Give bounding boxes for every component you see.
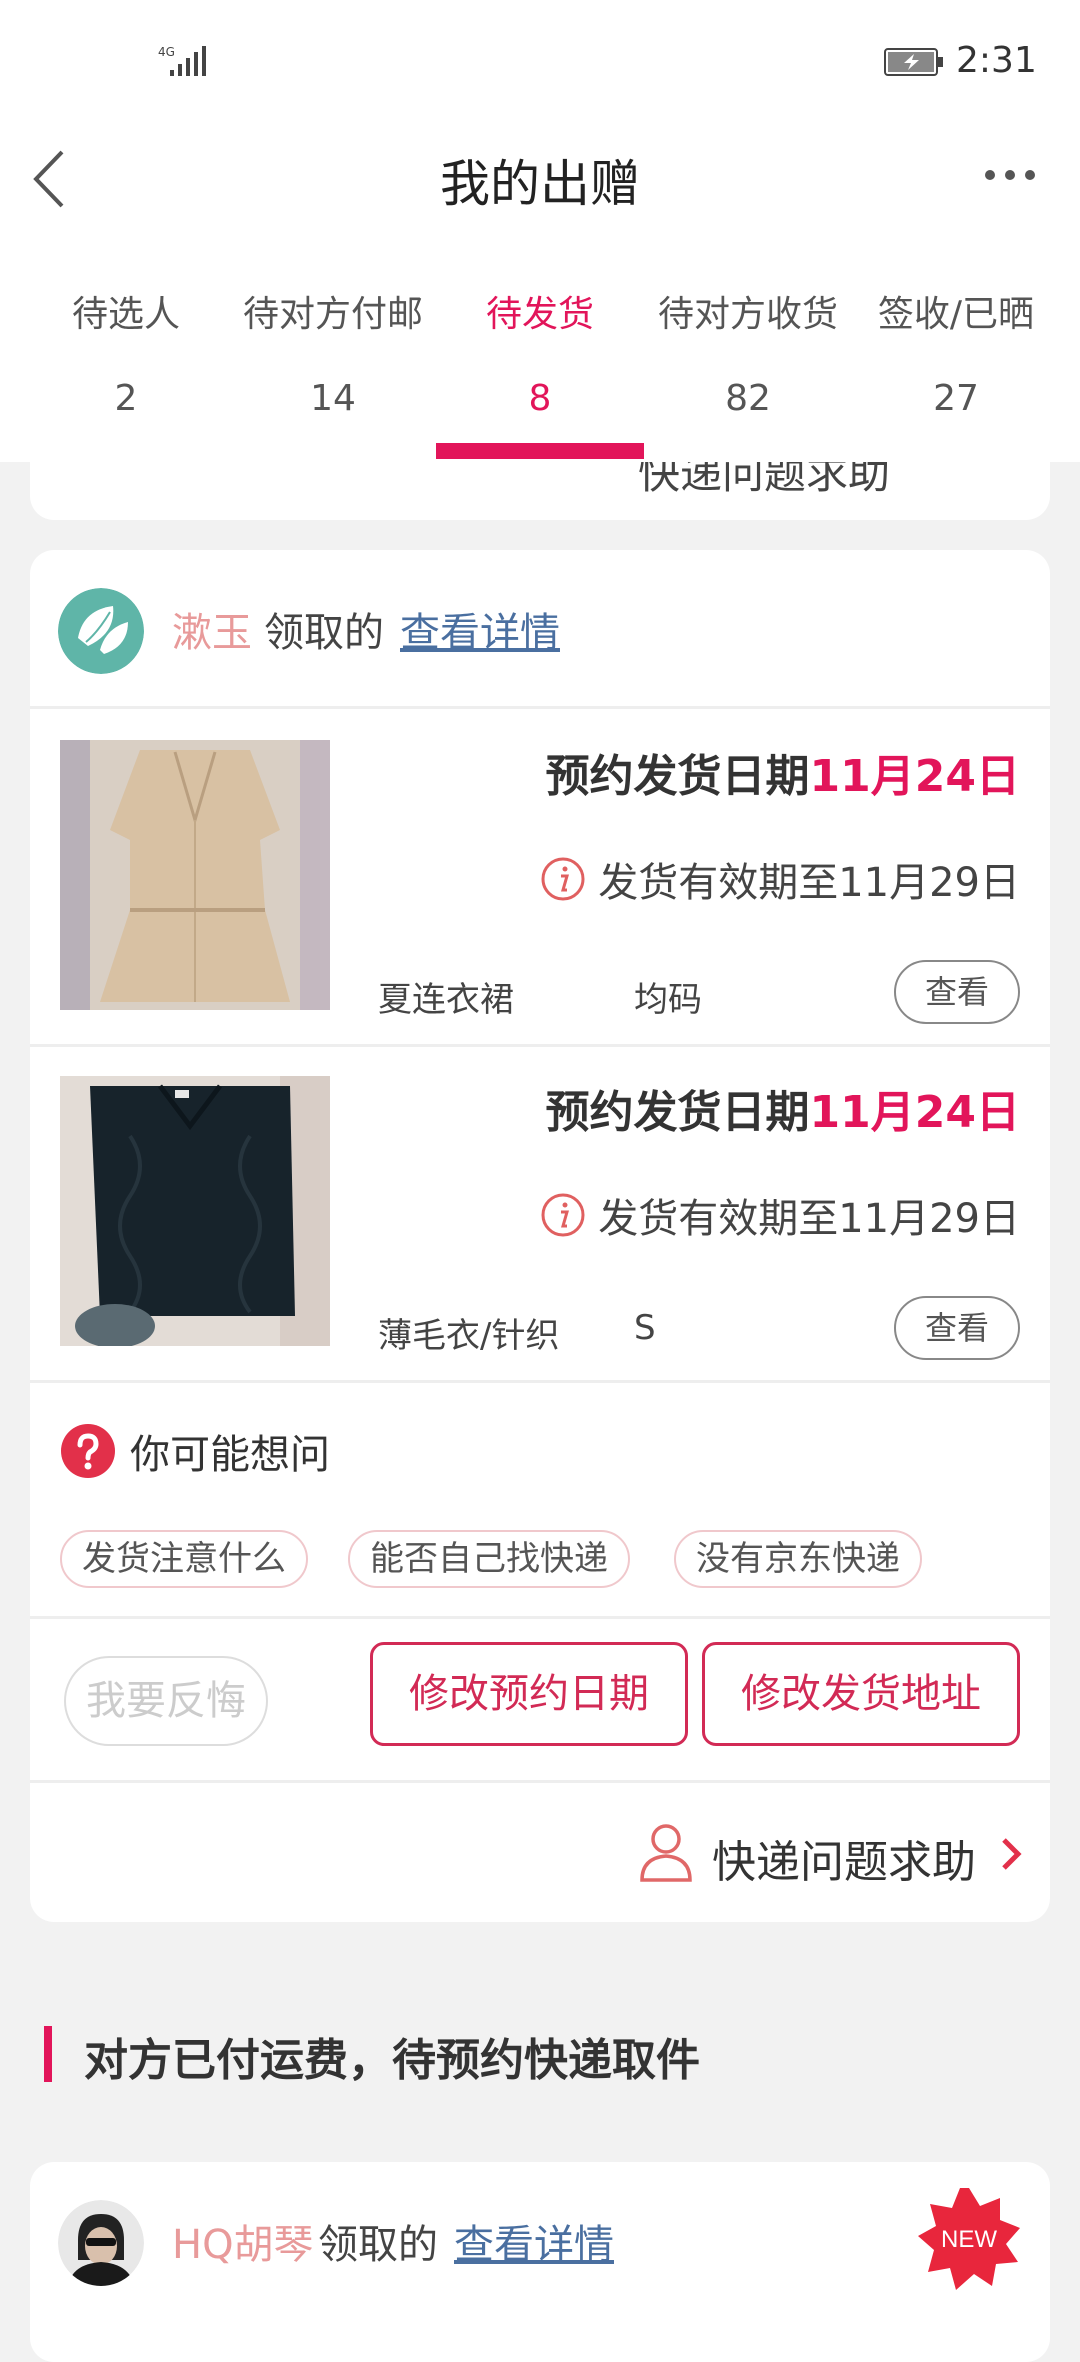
status-tabs: 待选人 2 待对方付邮 14 待发货 8 待对方收货 82 签收/已晒 27 xyxy=(0,290,1080,462)
battery-icon xyxy=(884,48,943,76)
item-photo-sweater[interactable] xyxy=(60,1076,330,1346)
active-tab-indicator xyxy=(436,443,644,459)
ship-date-value: 11月24日 xyxy=(809,1087,1020,1138)
recipient-row: HQ胡琴 领取的 查看详情 NEW xyxy=(30,2162,1050,2318)
ship-date-label: 预约发货日期 xyxy=(545,751,810,802)
item-category: 夏连衣裙 xyxy=(378,980,514,1020)
tab-label: 待发货 xyxy=(485,294,594,335)
chevron-right-icon xyxy=(1002,1838,1022,1870)
order-card: 漱玉 领取的 查看详情 预约发货日期11月24日 发货有效期至11月29日 夏连… xyxy=(30,550,1050,1922)
validity: 发货有效期至11月29日 xyxy=(540,850,1020,908)
validity-text: 发货有效期至11月29日 xyxy=(598,860,1020,906)
received-text: 领取的 xyxy=(264,610,384,656)
item-size: 均码 xyxy=(634,980,702,1020)
avatar[interactable] xyxy=(58,588,144,674)
leaf-avatar-icon xyxy=(58,588,144,674)
list-item: 预约发货日期11月24日 发货有效期至11月29日 夏连衣裙 均码 查看 xyxy=(30,710,1050,1044)
tab-count: 14 xyxy=(310,378,356,419)
express-help-row[interactable]: 快递问题求助 xyxy=(30,1782,1050,1922)
section-accent-bar xyxy=(44,2026,52,2082)
ship-date: 预约发货日期11月24日 xyxy=(546,740,1020,804)
tab-label: 待对方收货 xyxy=(657,294,838,335)
network-type: 4G xyxy=(158,45,175,59)
person-icon xyxy=(640,1824,692,1882)
divider xyxy=(30,706,1050,709)
recipient-row: 漱玉 领取的 查看详情 xyxy=(30,550,1050,706)
tab-count: 2 xyxy=(114,378,138,419)
faq-title: 你可能想问 xyxy=(60,1422,330,1480)
change-date-button[interactable]: 修改预约日期 xyxy=(370,1642,688,1746)
info-icon xyxy=(541,857,585,901)
item-category: 薄毛衣/针织 xyxy=(378,1316,560,1356)
item-size: S xyxy=(634,1308,656,1348)
recipient-name[interactable]: HQ胡琴 xyxy=(172,2212,314,2270)
recipient-name[interactable]: 漱玉 xyxy=(172,600,252,658)
tab-label: 签收/已晒 xyxy=(877,294,1035,335)
tab-label: 待对方付邮 xyxy=(242,294,423,335)
tab-pending-shipment[interactable]: 待发货 8 xyxy=(432,290,648,424)
action-row: 我要反悔 修改预约日期 修改发货地址 xyxy=(30,1618,1050,1782)
status-bar: 4G 2:31 xyxy=(0,0,1080,120)
info-icon xyxy=(541,1193,585,1237)
details-link[interactable]: 查看详情 xyxy=(400,600,560,658)
tab-pending-select[interactable]: 待选人 2 xyxy=(18,290,234,424)
validity-text: 发货有效期至11月29日 xyxy=(598,1196,1020,1242)
new-badge-text: NEW xyxy=(941,2226,997,2253)
clock: 2:31 xyxy=(956,40,1037,81)
more-options-icon[interactable] xyxy=(978,160,1058,190)
user-avatar-icon xyxy=(58,2200,144,2286)
page-title: 我的出赠 xyxy=(440,155,640,213)
view-button[interactable]: 查看 xyxy=(894,960,1020,1024)
tab-signed[interactable]: 签收/已晒 27 xyxy=(848,290,1064,424)
faq-section: 你可能想问 发货注意什么 能否自己找快递 没有京东快递 xyxy=(30,1382,1050,1618)
validity: 发货有效期至11月29日 xyxy=(540,1186,1020,1244)
nav-bar: 我的出赠 xyxy=(0,120,1080,230)
faq-chip[interactable]: 没有京东快递 xyxy=(674,1530,922,1588)
ship-date-value: 11月24日 xyxy=(809,751,1020,802)
tab-count: 27 xyxy=(933,378,979,419)
signal-icon: 4G xyxy=(158,45,206,76)
ship-date: 预约发货日期11月24日 xyxy=(546,1076,1020,1140)
faq-chip[interactable]: 能否自己找快递 xyxy=(348,1530,630,1588)
faq-chip[interactable]: 发货注意什么 xyxy=(60,1530,308,1588)
next-order-card: HQ胡琴 领取的 查看详情 NEW xyxy=(30,2162,1050,2362)
view-button[interactable]: 查看 xyxy=(894,1296,1020,1360)
regret-button[interactable]: 我要反悔 xyxy=(64,1656,268,1746)
tab-pending-postage[interactable]: 待对方付邮 14 xyxy=(225,290,441,424)
avatar[interactable] xyxy=(58,2200,144,2286)
new-badge-icon: NEW xyxy=(918,2188,1020,2290)
express-help-text: 快递问题求助 xyxy=(712,1837,976,1888)
section-title: 对方已付运费，待预约快递取件 xyxy=(84,2035,700,2086)
received-text: 领取的 xyxy=(318,2222,438,2268)
tab-count: 8 xyxy=(528,378,552,419)
top-bar: 4G 2:31 我的出赠 待选人 2 待对方付邮 14 待发货 8 待对方收货 … xyxy=(0,0,1080,462)
item-photo-dress[interactable] xyxy=(60,740,330,1010)
faq-title-text: 你可能想问 xyxy=(130,1432,330,1478)
tab-count: 82 xyxy=(725,378,771,419)
tab-label: 待选人 xyxy=(71,294,180,335)
change-address-button[interactable]: 修改发货地址 xyxy=(702,1642,1020,1746)
ship-date-label: 预约发货日期 xyxy=(545,1087,810,1138)
tab-pending-receipt[interactable]: 待对方收货 82 xyxy=(640,290,856,424)
list-item: 预约发货日期11月24日 发货有效期至11月29日 薄毛衣/针织 S 查看 xyxy=(30,1046,1050,1380)
details-link[interactable]: 查看详情 xyxy=(454,2212,614,2270)
question-icon xyxy=(61,1424,115,1478)
